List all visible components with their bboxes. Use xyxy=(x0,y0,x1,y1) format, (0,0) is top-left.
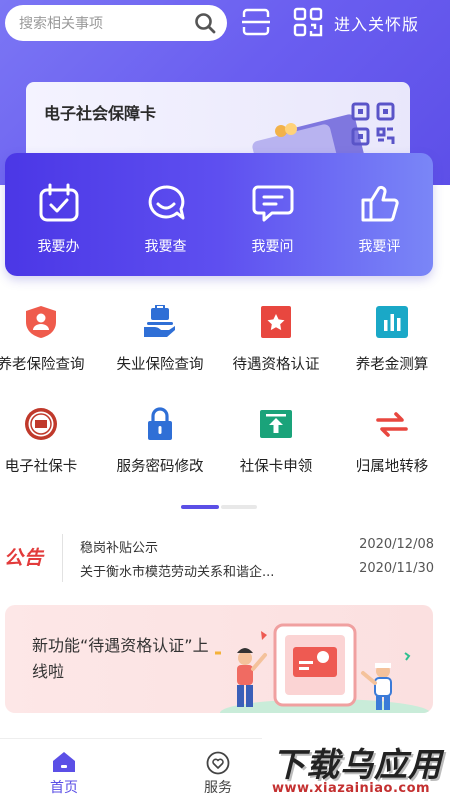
banner-illustration-icon xyxy=(215,623,430,713)
calendar-check-icon xyxy=(39,183,79,222)
feature-banner[interactable]: 新功能“待遇资格认证”上线啦 xyxy=(5,605,433,713)
action-label: 我要问 xyxy=(251,239,294,255)
service-label: 归属地转移 xyxy=(355,459,429,475)
action-handle[interactable]: 我要办 xyxy=(5,153,112,276)
chat-bubble-icon xyxy=(252,185,294,222)
swap-arrows-icon xyxy=(376,412,408,437)
tab-home[interactable]: 首页 xyxy=(4,739,124,800)
thumbs-up-icon xyxy=(361,185,399,222)
action-label: 我要评 xyxy=(358,239,401,255)
search-bar[interactable]: 搜索相关事项 xyxy=(5,5,227,41)
watermark-title: 下载乌应用 xyxy=(272,745,442,784)
tab-services[interactable]: 服务 xyxy=(158,739,278,800)
service-label: 社保卡申领 xyxy=(239,459,313,475)
care-mode-link[interactable]: 进入关怀版 xyxy=(334,11,419,35)
notice-divider xyxy=(62,534,63,582)
padlock-icon xyxy=(148,407,172,440)
service-label: 养老金测算 xyxy=(355,357,429,373)
action-label: 我要查 xyxy=(144,239,187,255)
service-label: 电子社保卡 xyxy=(4,459,78,475)
service-label: 服务密码修改 xyxy=(116,459,204,475)
bar-chart-icon xyxy=(376,306,408,338)
watermark-url: www.xiazainiao.com xyxy=(272,781,431,796)
card-title: 电子社会保障卡 xyxy=(44,104,157,123)
scan-icon[interactable] xyxy=(241,8,271,36)
quick-action-panel: 我要办 我要查 我要问 我要评 xyxy=(5,153,433,276)
service-label: 养老保险查询 xyxy=(0,357,85,373)
notice-title: 关于衡水市模范劳动关系和谐企... xyxy=(80,565,275,580)
watermark: 下载乌应用 www.xiazainiao.com xyxy=(262,736,450,800)
star-card-icon xyxy=(261,306,291,338)
search-input[interactable]: 搜索相关事项 xyxy=(19,13,193,33)
notice-title: 稳岗补贴公示 xyxy=(80,541,159,556)
action-query[interactable]: 我要查 xyxy=(112,153,219,276)
tab-label: 首页 xyxy=(50,780,78,796)
card-qr-icon[interactable] xyxy=(351,102,395,146)
notice-logo: 公告 xyxy=(4,547,45,569)
search-icon[interactable] xyxy=(193,11,217,35)
heart-circle-icon xyxy=(206,751,230,775)
service-label: 失业保险查询 xyxy=(116,357,204,373)
notice-date: 2020/12/08 xyxy=(359,537,434,552)
action-evaluate[interactable]: 我要评 xyxy=(326,153,433,276)
hand-briefcase-icon xyxy=(144,305,175,337)
qr-code-icon[interactable] xyxy=(293,7,323,37)
tab-label: 服务 xyxy=(204,780,232,796)
home-icon xyxy=(53,752,75,772)
service-label: 待遇资格认证 xyxy=(232,357,320,373)
search-chat-icon xyxy=(148,185,185,220)
action-label: 我要办 xyxy=(37,239,80,255)
action-ask[interactable]: 我要问 xyxy=(219,153,326,276)
pager-dot xyxy=(221,505,257,509)
shield-person-icon xyxy=(26,306,56,338)
banner-text: 新功能“待遇资格认证”上线啦 xyxy=(32,636,209,681)
notice-date: 2020/11/30 xyxy=(359,561,434,576)
upload-card-icon xyxy=(260,410,292,438)
seal-badge-icon xyxy=(25,408,57,440)
pager-active-dot xyxy=(181,505,219,509)
